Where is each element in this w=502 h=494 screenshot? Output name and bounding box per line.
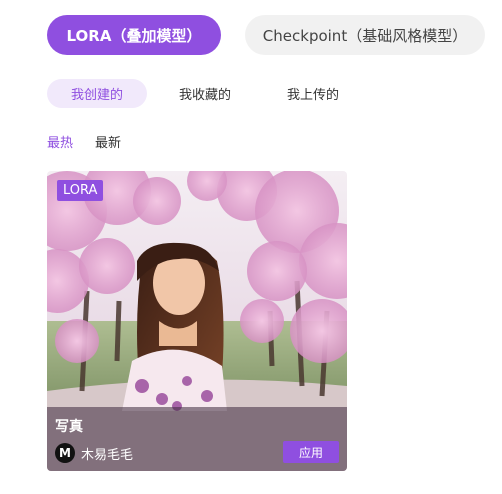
avatar: M [55,443,75,463]
tab-my-uploads[interactable]: 我上传的 [263,79,363,108]
model-type-tabs: LORA（叠加模型） Checkpoint（基础风格模型） [47,15,485,55]
ownership-tabs: 我创建的 我收藏的 我上传的 [47,79,363,108]
card-footer: 写真 M 木易毛毛 应用 [47,407,347,471]
model-card[interactable]: LORA 写真 M 木易毛毛 应用 [47,171,347,471]
author-info: M 木易毛毛 [55,443,133,463]
tab-my-favorites[interactable]: 我收藏的 [147,79,263,108]
lora-badge: LORA [57,180,104,201]
sort-tabs: 最热 最新 [47,132,121,151]
author-name: 木易毛毛 [81,447,134,463]
tab-lora[interactable]: LORA（叠加模型） [47,15,221,55]
sort-newest[interactable]: 最新 [95,132,121,151]
apply-button[interactable]: 应用 [283,441,339,463]
tab-created-by-me[interactable]: 我创建的 [47,79,147,108]
sort-hottest[interactable]: 最热 [47,132,73,151]
tab-checkpoint[interactable]: Checkpoint（基础风格模型） [245,15,485,55]
card-title: 写真 [55,419,83,435]
